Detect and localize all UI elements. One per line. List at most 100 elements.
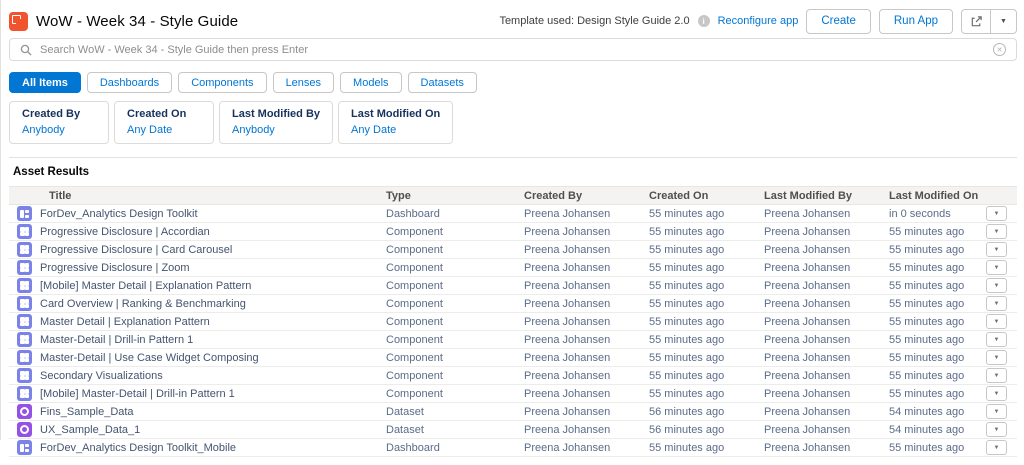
asset-title: Master Detail | Explanation Pattern [40,316,210,328]
table-row[interactable]: UX_Sample_Data_1 Dataset Preena Johansen… [9,421,1017,439]
row-actions-button[interactable]: ▼ [986,422,1007,437]
clear-search-icon[interactable]: ✕ [993,43,1006,56]
page-title: WoW - Week 34 - Style Guide [36,13,238,30]
asset-modified-on: 55 minutes ago [889,388,986,400]
info-icon[interactable]: i [698,15,710,27]
tab-models[interactable]: Models [340,72,401,93]
search-input[interactable] [40,44,985,56]
dataset-icon [17,422,32,437]
row-actions-button[interactable]: ▼ [986,440,1007,455]
table-row[interactable]: Progressive Disclosure | Card Carousel C… [9,241,1017,259]
chevron-down-icon: ▼ [994,319,1000,325]
dashboard-icon [17,440,32,455]
asset-modified-by: Preena Johansen [764,352,889,364]
asset-modified-by: Preena Johansen [764,370,889,382]
asset-created-on: 55 minutes ago [649,298,764,310]
filter-cards: Created By Anybody Created On Any Date L… [9,101,1017,144]
asset-title: ForDev_Analytics Design Toolkit_Mobile [40,442,236,454]
asset-created-on: 55 minutes ago [649,442,764,454]
row-actions-button[interactable]: ▼ [986,296,1007,311]
asset-created-by: Preena Johansen [524,424,649,436]
component-icon [17,242,32,257]
row-actions-button[interactable]: ▼ [986,404,1007,419]
asset-created-by: Preena Johansen [524,406,649,418]
column-header-last-modified-by[interactable]: Last Modified By [764,190,889,202]
table-row[interactable]: ForDev_Analytics Design Toolkit_Mobile D… [9,439,1017,457]
asset-title: Master-Detail | Use Case Widget Composin… [40,352,259,364]
asset-modified-by: Preena Johansen [764,298,889,310]
asset-title: Progressive Disclosure | Zoom [40,262,190,274]
tab-datasets[interactable]: Datasets [408,72,477,93]
tab-all-items[interactable]: All Items [9,72,81,93]
filter-card-last-modified-on[interactable]: Last Modified On Any Date [338,101,453,144]
asset-type: Dashboard [386,208,524,220]
asset-title: Progressive Disclosure | Accordian [40,226,210,238]
asset-created-on: 56 minutes ago [649,424,764,436]
filter-tabs: All Items Dashboards Components Lenses Model… [9,72,1017,93]
column-header-type[interactable]: Type [386,190,524,202]
asset-created-on: 55 minutes ago [649,244,764,256]
filter-card-last-modified-by[interactable]: Last Modified By Anybody [219,101,333,144]
row-actions-button[interactable]: ▼ [986,368,1007,383]
asset-type: Dataset [386,406,524,418]
row-actions-button[interactable]: ▼ [986,206,1007,221]
asset-title: Fins_Sample_Data [40,406,134,418]
asset-modified-by: Preena Johansen [764,442,889,454]
column-header-created-on[interactable]: Created On [649,190,764,202]
row-actions-button[interactable]: ▼ [986,242,1007,257]
table-row[interactable]: [Mobile] Master Detail | Explanation Pat… [9,277,1017,295]
table-row[interactable]: [Mobile] Master-Detail | Drill-in Patter… [9,385,1017,403]
create-button[interactable]: Create [806,9,871,34]
asset-created-on: 55 minutes ago [649,262,764,274]
asset-modified-by: Preena Johansen [764,316,889,328]
table-row[interactable]: Master-Detail | Drill-in Pattern 1 Compo… [9,331,1017,349]
share-button[interactable] [961,9,991,34]
tab-lenses[interactable]: Lenses [273,72,334,93]
row-actions-button[interactable]: ▼ [986,332,1007,347]
column-header-created-by[interactable]: Created By [524,190,649,202]
asset-results-title: Asset Results [13,166,1017,178]
table-row[interactable]: Master Detail | Explanation Pattern Comp… [9,313,1017,331]
filter-card-created-on[interactable]: Created On Any Date [114,101,214,144]
asset-modified-on: 55 minutes ago [889,316,986,328]
table-row[interactable]: Master-Detail | Use Case Widget Composin… [9,349,1017,367]
row-actions-button[interactable]: ▼ [986,224,1007,239]
tab-components[interactable]: Components [178,72,266,93]
column-header-last-modified-on[interactable]: Last Modified On [889,190,986,202]
row-actions-button[interactable]: ▼ [986,260,1007,275]
asset-created-on: 55 minutes ago [649,208,764,220]
tab-dashboards[interactable]: Dashboards [87,72,172,93]
asset-type: Component [386,388,524,400]
asset-modified-by: Preena Johansen [764,424,889,436]
dataset-icon [17,404,32,419]
chevron-down-icon: ▼ [994,409,1000,415]
row-actions-button[interactable]: ▼ [986,350,1007,365]
row-actions-button[interactable]: ▼ [986,314,1007,329]
search-bar: ✕ [9,38,1017,61]
asset-created-by: Preena Johansen [524,388,649,400]
component-icon [17,332,32,347]
reconfigure-app-link[interactable]: Reconfigure app [718,15,799,27]
table-row[interactable]: Fins_Sample_Data Dataset Preena Johansen… [9,403,1017,421]
row-actions-button[interactable]: ▼ [986,278,1007,293]
run-app-button[interactable]: Run App [879,9,953,34]
asset-created-on: 55 minutes ago [649,226,764,238]
asset-type: Component [386,334,524,346]
asset-modified-by: Preena Johansen [764,406,889,418]
app-page: WoW - Week 34 - Style Guide Template use… [1,0,1024,465]
table-row[interactable]: Card Overview | Ranking & Benchmarking C… [9,295,1017,313]
column-header-title[interactable]: Title [9,190,386,202]
table-row[interactable]: Progressive Disclosure | Zoom Component … [9,259,1017,277]
asset-modified-by: Preena Johansen [764,262,889,274]
table-row[interactable]: Progressive Disclosure | Accordian Compo… [9,223,1017,241]
filter-card-created-by[interactable]: Created By Anybody [9,101,109,144]
chevron-down-icon: ▼ [994,211,1000,217]
app-actions-dropdown-button[interactable]: ▼ [991,9,1017,34]
table-row[interactable]: Secondary Visualizations Component Preen… [9,367,1017,385]
row-actions-button[interactable]: ▼ [986,386,1007,401]
chevron-down-icon: ▼ [994,391,1000,397]
table-row[interactable]: ForDev_Analytics Design Toolkit Dashboar… [9,205,1017,223]
table-header: Title Type Created By Created On Last Mo… [9,186,1017,205]
asset-modified-by: Preena Johansen [764,208,889,220]
asset-modified-on: 55 minutes ago [889,298,986,310]
